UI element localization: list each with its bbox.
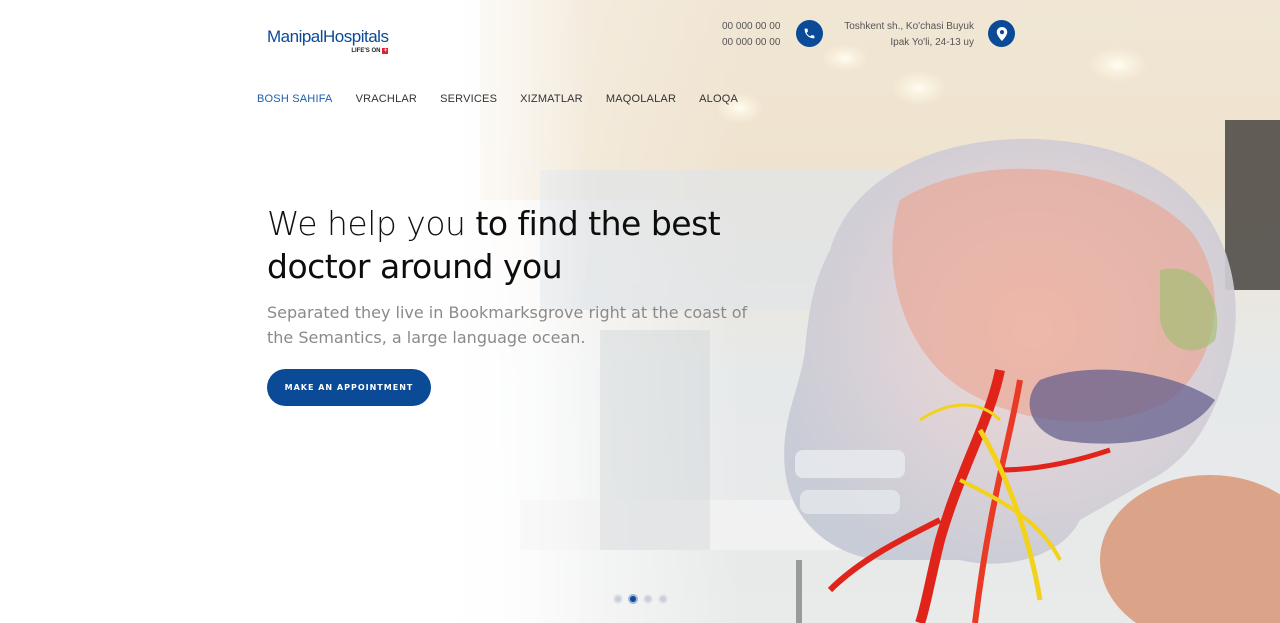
hero-subtitle: Separated they live in Bookmarksgrove ri… <box>267 303 748 347</box>
address-line: Ipak Yo'li, 24-13 uy <box>890 37 974 48</box>
make-appointment-button[interactable]: MAKE AN APPOINTMENT <box>267 369 431 406</box>
logo-tagline: LIFE'S ON + <box>351 48 389 54</box>
phone-number[interactable]: 00 000 00 00 <box>722 35 780 51</box>
hero-headline: We help you to find the best doctor arou… <box>267 202 747 288</box>
phone-icon[interactable] <box>796 20 823 47</box>
nav-item-aloqa[interactable]: ALOQA <box>699 93 738 105</box>
slider-dot[interactable] <box>643 594 653 604</box>
slider-dot-active[interactable] <box>628 594 638 604</box>
logo-text: ManipalHospitals <box>267 27 389 46</box>
nav-item-vrachlar[interactable]: VRACHLAR <box>356 93 418 105</box>
phone-numbers: 00 000 00 00 00 000 00 00 <box>722 19 780 51</box>
nav-item-maqolalar[interactable]: MAQOLALAR <box>606 93 676 105</box>
slider-dot[interactable] <box>613 594 623 604</box>
map-pin-icon-glyph <box>996 26 1007 41</box>
slider-dots <box>613 594 668 604</box>
nav-item-xizmatlar[interactable]: XIZMATLAR <box>520 93 583 105</box>
hero-headline-light: We help you <box>267 204 476 243</box>
map-pin-icon[interactable] <box>988 20 1015 47</box>
logo[interactable]: ManipalHospitals LIFE'S ON + <box>267 27 389 54</box>
address-line: Toshkent sh., Ko'chasi Buyuk <box>844 21 974 32</box>
plus-icon: + <box>382 48 389 54</box>
phone-number[interactable]: 00 000 00 00 <box>722 19 780 35</box>
logo-tagline-text: LIFE'S ON <box>351 48 381 54</box>
nav-item-services[interactable]: SERVICES <box>440 93 497 105</box>
address: Toshkent sh., Ko'chasi Buyuk Ipak Yo'li,… <box>830 19 974 51</box>
main-nav: BOSH SAHIFA VRACHLAR SERVICES XIZMATLAR … <box>257 93 738 105</box>
slider-dot[interactable] <box>658 594 668 604</box>
phone-icon-glyph <box>804 28 815 39</box>
nav-item-bosh-sahifa[interactable]: BOSH SAHIFA <box>257 93 333 105</box>
